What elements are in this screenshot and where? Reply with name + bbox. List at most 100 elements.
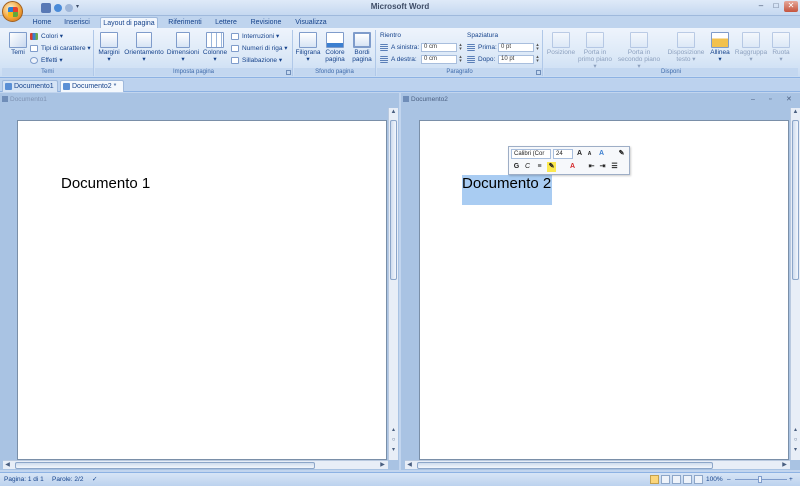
- browse-object-icon[interactable]: ○: [791, 436, 800, 445]
- vertical-scrollbar-right[interactable]: ▲ ▴ ○ ▾: [790, 108, 800, 460]
- shrink-font-button[interactable]: A: [585, 149, 594, 159]
- page-count[interactable]: Pagina: 1 di 1: [4, 475, 44, 485]
- font-color-icon[interactable]: A: [568, 162, 577, 172]
- scroll-left-icon[interactable]: ◀: [405, 461, 414, 470]
- prev-page-icon[interactable]: ▴: [389, 426, 398, 435]
- doc-tab-documento2[interactable]: Documento2 *: [60, 80, 124, 92]
- rientro-sinistra-spinner[interactable]: ▴ ▾: [458, 43, 463, 52]
- scroll-thumb[interactable]: [390, 120, 397, 280]
- zoom-out-button[interactable]: –: [727, 475, 731, 485]
- orientamento-button[interactable]: Orientamento ▾: [123, 32, 165, 68]
- draft-view-icon[interactable]: [694, 475, 703, 484]
- format-painter-icon[interactable]: ✎: [617, 149, 626, 159]
- zoom-slider-thumb[interactable]: [758, 476, 762, 483]
- porta-secondo-piano-button[interactable]: Porta in secondo piano ▾: [616, 32, 662, 70]
- allinea-button[interactable]: Allinea ▾: [708, 32, 732, 68]
- spaziatura-prima-input[interactable]: 0 pt: [498, 43, 534, 52]
- page-documento1[interactable]: Documento 1: [17, 120, 387, 460]
- tab-revisione[interactable]: Revisione: [246, 17, 286, 28]
- hscroll-thumb[interactable]: [15, 462, 315, 469]
- horizontal-scrollbar-left[interactable]: ◀ ▶: [3, 460, 388, 469]
- outline-view-icon[interactable]: [683, 475, 692, 484]
- rientro-destra-input[interactable]: 0 cm: [421, 55, 457, 64]
- tab-inserisci[interactable]: Inserisci: [60, 17, 94, 28]
- zoom-in-button[interactable]: +: [789, 475, 793, 485]
- margini-button[interactable]: Margini ▾: [97, 32, 121, 68]
- watermark-icon: [299, 32, 317, 48]
- posizione-button[interactable]: Posizione: [546, 32, 576, 68]
- disposizione-testo-button[interactable]: Disposizione testo ▾: [666, 32, 706, 68]
- temi-button[interactable]: Temi: [5, 32, 31, 68]
- pane-close-button[interactable]: ✕: [786, 93, 792, 106]
- prev-page-icon[interactable]: ▴: [791, 426, 800, 435]
- raggruppa-button[interactable]: Raggruppa ▾: [734, 32, 768, 68]
- close-button[interactable]: ✕: [784, 1, 798, 12]
- numeri-riga-button[interactable]: Numeri di riga ▾: [231, 44, 288, 53]
- zoom-level[interactable]: 100%: [706, 475, 723, 485]
- bordi-pagina-button[interactable]: Bordi pagina: [349, 32, 375, 68]
- spaziatura-dopo-input[interactable]: 10 pt: [498, 55, 534, 64]
- horizontal-scrollbar-right[interactable]: ◀ ▶: [405, 460, 790, 469]
- scroll-thumb[interactable]: [792, 120, 799, 280]
- tab-layout-di-pagina[interactable]: Layout di pagina: [100, 17, 158, 28]
- italic-label: C: [524, 163, 531, 170]
- filigrana-button[interactable]: Filigrana ▾: [295, 32, 321, 68]
- bold-button[interactable]: G: [512, 162, 521, 172]
- font-name-select[interactable]: Calibri (Cor: [511, 149, 551, 159]
- next-page-icon[interactable]: ▾: [389, 446, 398, 455]
- ruota-button[interactable]: Ruota ▾: [768, 32, 794, 68]
- pane-restore-button[interactable]: ▫: [769, 93, 771, 106]
- scroll-up-icon[interactable]: ▲: [389, 108, 398, 117]
- grow-font-button[interactable]: A: [575, 149, 584, 159]
- highlight-icon[interactable]: ✎: [547, 162, 556, 172]
- tipi-carattere-button[interactable]: Tipi di carattere ▾: [30, 44, 91, 53]
- browse-object-icon[interactable]: ○: [389, 436, 398, 445]
- doc-tab-documento1[interactable]: Documento1: [2, 80, 58, 92]
- colonne-button[interactable]: Colonne ▾: [201, 32, 229, 68]
- bullets-icon[interactable]: ☰: [610, 162, 619, 172]
- interruzioni-button[interactable]: Interruzioni ▾: [231, 32, 279, 41]
- colore-pagina-button[interactable]: Colore pagina: [322, 32, 348, 68]
- print-layout-view-icon[interactable]: [650, 475, 659, 484]
- proofing-icon[interactable]: ✓: [92, 475, 97, 485]
- font-size-select[interactable]: 24: [553, 149, 573, 159]
- tab-visualizza[interactable]: Visualizza: [292, 17, 330, 28]
- word-count[interactable]: Parole: 2/2: [52, 475, 83, 485]
- interruzioni-label: Interruzioni: [242, 33, 275, 40]
- minimize-button[interactable]: –: [754, 1, 768, 12]
- paragrafo-launcher-icon[interactable]: [536, 70, 541, 75]
- porta-primo-label-1: Porta in: [583, 49, 607, 56]
- tab-riferimenti[interactable]: Riferimenti: [164, 17, 206, 28]
- imposta-pagina-launcher-icon[interactable]: [286, 70, 291, 75]
- document-text-1[interactable]: Documento 1: [61, 175, 150, 192]
- scroll-left-icon[interactable]: ◀: [3, 461, 12, 470]
- vertical-scrollbar-left[interactable]: ▲ ▴ ○ ▾: [388, 108, 398, 460]
- scroll-right-icon[interactable]: ▶: [378, 461, 387, 470]
- next-page-icon[interactable]: ▾: [791, 446, 800, 455]
- porta-primo-piano-button[interactable]: Porta in primo piano ▾: [578, 32, 612, 70]
- colori-button[interactable]: Colori ▾: [30, 32, 63, 41]
- dimensioni-button[interactable]: Dimensioni ▾: [166, 32, 200, 68]
- spaziatura-dopo-spinner[interactable]: ▴ ▾: [535, 55, 540, 64]
- sillabazione-button[interactable]: Sillabazione ▾: [231, 56, 282, 65]
- increase-indent-icon[interactable]: ⇥: [598, 162, 607, 172]
- pane-minimize-button[interactable]: –: [751, 93, 755, 106]
- maximize-button[interactable]: □: [769, 1, 783, 12]
- decrease-indent-icon[interactable]: ⇤: [587, 162, 596, 172]
- rientro-sinistra-input[interactable]: 0 cm: [421, 43, 457, 52]
- spaziatura-prima-spinner[interactable]: ▴ ▾: [535, 43, 540, 52]
- center-align-icon[interactable]: ≡: [535, 162, 544, 172]
- full-screen-reading-icon[interactable]: [661, 475, 670, 484]
- tab-home[interactable]: Home: [30, 17, 54, 28]
- web-layout-icon[interactable]: [672, 475, 681, 484]
- document-text-2-selected[interactable]: Documento 2: [462, 175, 553, 205]
- hscroll-thumb[interactable]: [417, 462, 713, 469]
- scroll-up-icon[interactable]: ▲: [791, 108, 800, 117]
- effetti-button[interactable]: Effetti ▾: [30, 56, 63, 65]
- scroll-right-icon[interactable]: ▶: [780, 461, 789, 470]
- office-button[interactable]: [2, 1, 23, 22]
- styles-button[interactable]: A: [597, 149, 606, 159]
- italic-button[interactable]: C: [523, 162, 532, 172]
- rientro-destra-spinner[interactable]: ▴ ▾: [458, 55, 463, 64]
- tab-lettere[interactable]: Lettere: [212, 17, 240, 28]
